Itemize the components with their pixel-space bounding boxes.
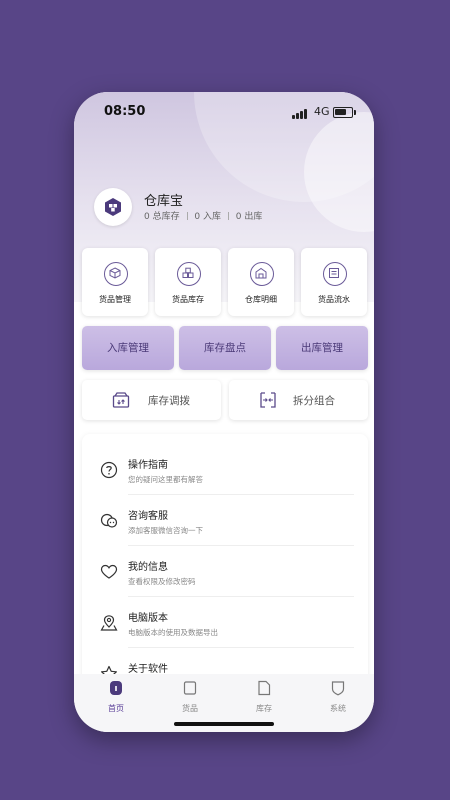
boxes-icon <box>177 262 201 286</box>
divider <box>227 212 229 220</box>
quick-tiles: 货品管理 货品库存 仓库明细 货品流水 <box>82 248 368 316</box>
stocktake-button[interactable]: 库存盘点 <box>179 326 271 370</box>
split-merge-label: 拆分组合 <box>293 395 335 407</box>
split-merge-button[interactable]: 拆分组合 <box>229 380 368 420</box>
stat-out-label: 出库 <box>244 212 263 222</box>
ledger-icon <box>323 262 347 286</box>
tile-label: 货品库存 <box>172 295 204 304</box>
screen: 08:50 4G 仓库宝 0 总库存 0 入库 0 出库 货品管理 货品库存 仓… <box>0 0 450 800</box>
menu-item-title: 我的信息 <box>128 562 168 573</box>
stock-transfer-label: 库存调拨 <box>148 395 190 407</box>
chat-icon <box>100 512 118 530</box>
tile-label: 货品流水 <box>318 295 350 304</box>
menu-item-guide[interactable]: 操作指南 您的疑问这里都有解答 <box>82 444 368 495</box>
tile-warehouse-detail[interactable]: 仓库明细 <box>228 248 294 316</box>
menu-item-desktop-version[interactable]: 电脑版本 电脑版本的使用及数据导出 <box>82 597 368 648</box>
warehouse-icon <box>250 262 274 286</box>
menu-item-title: 咨询客服 <box>128 511 168 522</box>
menu-item-subtitle: 查看权限及修改密码 <box>128 577 196 586</box>
tab-label: 货品 <box>182 704 198 713</box>
battery-icon <box>333 107 356 118</box>
goods-icon <box>183 681 197 695</box>
tab-home[interactable]: 首页 <box>96 680 136 716</box>
primary-actions: 入库管理 库存盘点 出库管理 <box>82 326 368 372</box>
network-type: 4G <box>314 105 330 118</box>
menu-item-subtitle: 您的疑问这里都有解答 <box>128 475 203 484</box>
menu-item-title: 关于软件 <box>128 664 168 675</box>
menu-item-subtitle: 添加客服微信咨询一下 <box>128 526 203 535</box>
stock-transfer-button[interactable]: 库存调拨 <box>82 380 221 420</box>
menu-item-my-info[interactable]: 我的信息 查看权限及修改密码 <box>82 546 368 597</box>
divider <box>186 212 188 220</box>
transfer-box-icon <box>112 391 130 409</box>
tab-stock[interactable]: 库存 <box>244 680 284 716</box>
status-time: 08:50 <box>104 104 146 119</box>
stat-in-label: 入库 <box>202 212 221 222</box>
menu-item-subtitle: 电脑版本的使用及数据导出 <box>128 628 218 637</box>
phone-frame: 08:50 4G 仓库宝 0 总库存 0 入库 0 出库 货品管理 货品库存 仓… <box>74 92 374 732</box>
tile-goods-flow[interactable]: 货品流水 <box>301 248 367 316</box>
menu-item-support[interactable]: 咨询客服 添加客服微信咨询一下 <box>82 495 368 546</box>
tile-label: 仓库明细 <box>245 295 277 304</box>
cube-icon <box>104 262 128 286</box>
stat-total-value: 0 <box>144 212 150 222</box>
tile-label: 货品管理 <box>99 295 131 304</box>
tab-system[interactable]: 系统 <box>318 680 358 716</box>
home-icon <box>110 681 122 695</box>
profile-header: 仓库宝 0 总库存 0 入库 0 出库 <box>94 188 354 228</box>
home-indicator <box>174 722 274 726</box>
secondary-actions: 库存调拨 拆分组合 <box>82 380 368 422</box>
hexagon-box-icon <box>105 198 121 216</box>
status-bar: 08:50 4G <box>74 92 374 132</box>
tab-label: 系统 <box>330 704 346 713</box>
question-icon <box>100 461 118 479</box>
signal-icon <box>292 107 310 119</box>
location-icon <box>100 614 118 632</box>
tab-label: 库存 <box>256 704 272 713</box>
inbound-management-button[interactable]: 入库管理 <box>82 326 174 370</box>
tab-goods[interactable]: 货品 <box>170 680 210 716</box>
stats-summary: 0 总库存 0 入库 0 出库 <box>144 209 262 222</box>
stock-icon <box>258 680 271 696</box>
shield-icon <box>331 681 345 696</box>
outbound-management-button[interactable]: 出库管理 <box>276 326 368 370</box>
split-merge-icon <box>259 391 277 409</box>
menu-list: 操作指南 您的疑问这里都有解答 咨询客服 添加客服微信咨询一下 我的信息 查看权… <box>82 434 368 684</box>
app-name: 仓库宝 <box>144 194 184 209</box>
stat-total-label: 总库存 <box>152 212 180 222</box>
heart-icon <box>100 563 118 581</box>
menu-item-title: 电脑版本 <box>128 613 168 624</box>
app-logo <box>94 188 132 226</box>
tile-goods-management[interactable]: 货品管理 <box>82 248 148 316</box>
stat-out-value: 0 <box>235 212 242 222</box>
stat-in-value: 0 <box>194 212 201 222</box>
tile-goods-inventory[interactable]: 货品库存 <box>155 248 221 316</box>
menu-item-title: 操作指南 <box>128 460 168 471</box>
tab-label: 首页 <box>108 704 124 713</box>
